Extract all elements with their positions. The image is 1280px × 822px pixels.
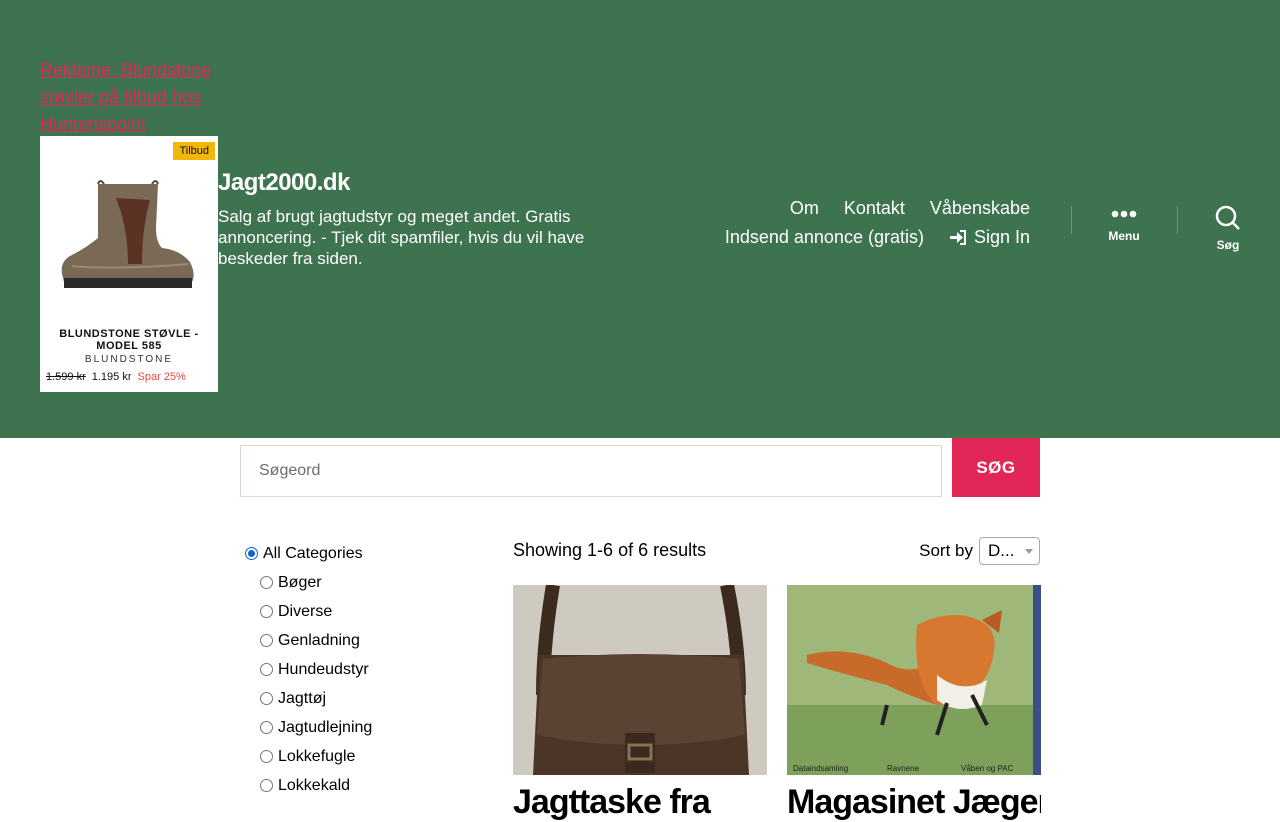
menu-toggle-label: Menu <box>1108 229 1140 243</box>
listing-title[interactable]: Magasinet Jæger <box>787 783 1041 822</box>
site-description: Salg af brugt jagtudstyr og meget andet.… <box>218 207 585 268</box>
bag-image <box>513 585 767 775</box>
radio[interactable] <box>260 692 273 705</box>
category-item[interactable]: Jagtudlejning <box>260 713 372 742</box>
category-label: Hundeudstyr <box>278 660 369 678</box>
radio[interactable] <box>260 779 273 792</box>
sign-in-icon <box>949 230 966 245</box>
radio[interactable] <box>260 750 273 763</box>
ad-image[interactable]: Tilbud BLUNDSTONE STØVLE - MODEL 585 BLU… <box>40 136 218 392</box>
nav-item-om[interactable]: Om <box>790 198 819 219</box>
image-caption: Ravnene <box>887 764 920 773</box>
category-item[interactable]: Diverse <box>260 597 372 626</box>
menu-toggle[interactable]: Menu <box>1084 205 1164 243</box>
boot-image <box>61 180 194 288</box>
category-label: Lokkekald <box>278 776 351 794</box>
sort-select[interactable]: D... <box>979 537 1040 565</box>
radio[interactable] <box>260 576 273 589</box>
search-icon <box>1215 205 1240 230</box>
old-price: 1.599 kr <box>46 371 86 383</box>
search-input[interactable]: Søgeord <box>240 445 942 497</box>
search-toggle-label: Søg <box>1216 238 1240 252</box>
new-price: 1.195 kr <box>91 371 132 383</box>
category-item[interactable]: Bøger <box>260 568 372 597</box>
search-button[interactable]: SØG <box>952 438 1040 497</box>
ad-product-name: BLUNDSTONE STØVLE - MODEL 585 <box>59 328 199 352</box>
ellipsis-icon <box>1111 210 1137 218</box>
category-filter: All Categories Bøger Diverse Genladning … <box>245 539 372 800</box>
ad-prices: 1.599 kr 1.195 kr Spar 25% <box>46 371 186 383</box>
listing-image[interactable] <box>513 585 767 775</box>
nav-item-vabenskabe[interactable]: Våbenskabe <box>930 198 1030 219</box>
header-divider <box>1071 206 1072 234</box>
category-item[interactable]: Lokkefugle <box>260 742 372 771</box>
nav-item-indsend-annonce[interactable]: Indsend annonce (gratis) <box>725 227 924 248</box>
site-title[interactable]: Jagt2000.dk <box>218 169 350 197</box>
listing-title[interactable]: Jagttaske fra <box>513 783 767 822</box>
radio[interactable] <box>260 663 273 676</box>
ad-brand: BLUNDSTONE <box>84 354 174 365</box>
category-item[interactable]: Jagttøj <box>260 684 372 713</box>
site-header: Reklame: Blundstone støvler på tilbud ho… <box>0 0 1280 438</box>
sort-label: Sort by <box>919 541 973 560</box>
header-divider <box>1177 206 1178 234</box>
fox-image <box>787 585 1041 775</box>
listing-card[interactable]: Dataindsamling Ravnene Våben og PAC Maga… <box>787 585 1041 822</box>
ad-link[interactable]: Reklame: Blundstone støvler på tilbud ho… <box>40 57 230 138</box>
category-item[interactable]: Lokkekald <box>260 771 372 800</box>
category-label: All Categories <box>263 544 363 562</box>
category-label: Bøger <box>278 573 322 591</box>
radio-checked[interactable] <box>245 547 258 560</box>
category-label: Lokkefugle <box>278 747 356 765</box>
category-all[interactable]: All Categories <box>245 539 372 568</box>
sort-control: Sort by D... <box>919 537 1040 565</box>
nav-item-kontakt[interactable]: Kontakt <box>844 198 905 219</box>
image-caption: Dataindsamling <box>793 764 849 773</box>
category-label: Jagttøj <box>278 689 327 707</box>
radio[interactable] <box>260 634 273 647</box>
radio[interactable] <box>260 721 273 734</box>
sign-in-label: Sign In <box>973 227 1030 247</box>
category-item[interactable]: Hundeudstyr <box>260 655 372 684</box>
category-label: Diverse <box>278 602 333 620</box>
primary-nav: Om Kontakt Våbenskabe Indsend annonce (g… <box>630 194 1030 252</box>
search-toggle[interactable]: Søg <box>1188 205 1268 252</box>
category-item[interactable]: Genladning <box>260 626 372 655</box>
sign-in-link[interactable]: Sign In <box>949 227 1030 248</box>
saving-text: Spar 25% <box>137 371 186 383</box>
offer-badge: Tilbud <box>173 142 215 160</box>
listing-card[interactable]: Jagttaske fra <box>513 585 767 822</box>
image-caption: Våben og PAC <box>961 764 1014 773</box>
results-count: Showing 1-6 of 6 results <box>513 540 707 560</box>
listing-image[interactable]: Dataindsamling Ravnene Våben og PAC <box>787 585 1041 775</box>
radio[interactable] <box>260 605 273 618</box>
category-label: Jagtudlejning <box>278 718 373 736</box>
category-label: Genladning <box>278 631 360 649</box>
